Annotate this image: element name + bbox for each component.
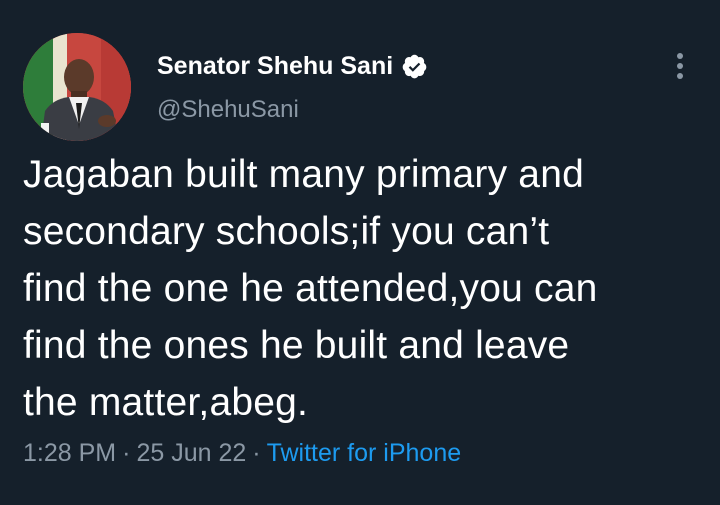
- tweet-text-line: Jagaban built many primary and: [23, 153, 584, 196]
- author-display-name-row[interactable]: Senator Shehu Sani: [157, 49, 428, 83]
- verified-badge-icon: [401, 53, 428, 80]
- separator: ·: [122, 439, 131, 467]
- tweet-source-link[interactable]: Twitter for iPhone: [267, 439, 462, 467]
- avatar[interactable]: [23, 33, 131, 141]
- tweet-time[interactable]: 1:28 PM: [23, 439, 116, 467]
- author-display-name[interactable]: Senator Shehu Sani: [157, 49, 393, 83]
- tweet-date[interactable]: 25 Jun 22: [136, 439, 246, 467]
- separator: ·: [252, 439, 261, 467]
- tweet-text: Jagaban built many primary and secondary…: [23, 146, 703, 431]
- tweet-text-line: find the one he attended,you can: [23, 267, 598, 310]
- tweet-metadata: 1:28 PM · 25 Jun 22 · Twitter for iPhone: [23, 436, 461, 470]
- tweet-card: Senator Shehu Sani @ShehuSani Jagaban bu…: [0, 0, 720, 505]
- more-options-icon[interactable]: [668, 48, 692, 84]
- tweet-text-line: secondary schools;if you can’t: [23, 210, 550, 253]
- author-handle[interactable]: @ShehuSani: [157, 94, 299, 126]
- tweet-text-line: the matter,abeg.: [23, 381, 309, 424]
- avatar-photo: [23, 33, 131, 141]
- tweet-text-line: find the ones he built and leave: [23, 324, 570, 367]
